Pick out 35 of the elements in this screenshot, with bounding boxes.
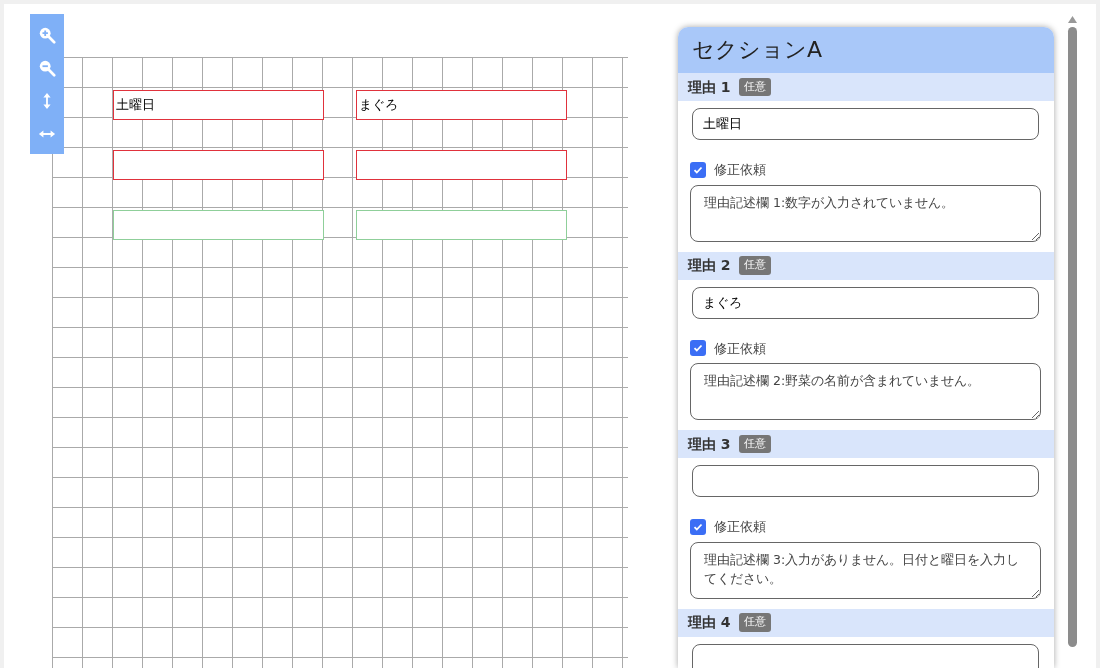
form-field-box[interactable]: まぐろ [356,90,567,120]
reason-input[interactable] [692,465,1039,497]
zoom-out-icon[interactable] [38,58,56,77]
reason-label: 理由 1 [688,77,731,97]
checkbox-label: 修正依頼 [714,518,766,536]
request-checkbox[interactable] [690,340,706,357]
comment-textarea[interactable]: 理由記述欄 3:入力がありません。日付と曜日を入力してください。 [690,541,1041,599]
checkbox-label: 修正依頼 [714,339,766,358]
optional-tag: 任意 [738,434,771,454]
reason-input[interactable] [692,643,1039,668]
optional-tag: 任意 [738,77,771,97]
optional-tag: 任意 [738,613,771,632]
scrollbar-thumb[interactable] [1067,27,1077,647]
request-checkbox[interactable] [690,518,706,535]
panel-title: セクションA [678,27,1054,73]
comment-textarea[interactable]: 理由記述欄 1:数字が入力されていません。 [690,184,1041,242]
form-field-box[interactable] [356,210,567,240]
optional-tag: 任意 [738,256,771,275]
comment-textarea[interactable]: 理由記述欄 2:野菜の名前が含まれていません。 [690,363,1041,420]
request-checkbox[interactable] [690,161,706,178]
reason-input[interactable]: 土曜日 [692,108,1039,140]
form-field-box[interactable]: 土曜日 [113,90,324,120]
reason-label: 理由 2 [688,256,731,275]
form-field-box[interactable] [356,150,567,180]
form-field-box[interactable] [113,210,324,240]
scroll-up-arrow-icon[interactable] [1067,16,1077,23]
checkmark-icon [693,164,703,175]
form-field-box[interactable] [113,150,324,180]
checkmark-icon [693,343,703,354]
checkmark-icon [693,521,703,532]
checkbox-label: 修正依頼 [714,161,766,179]
reason-label: 理由 4 [688,613,731,632]
zoom-in-icon[interactable] [38,25,56,44]
reason-label: 理由 3 [688,434,731,454]
reason-input[interactable]: まぐろ [692,286,1039,319]
